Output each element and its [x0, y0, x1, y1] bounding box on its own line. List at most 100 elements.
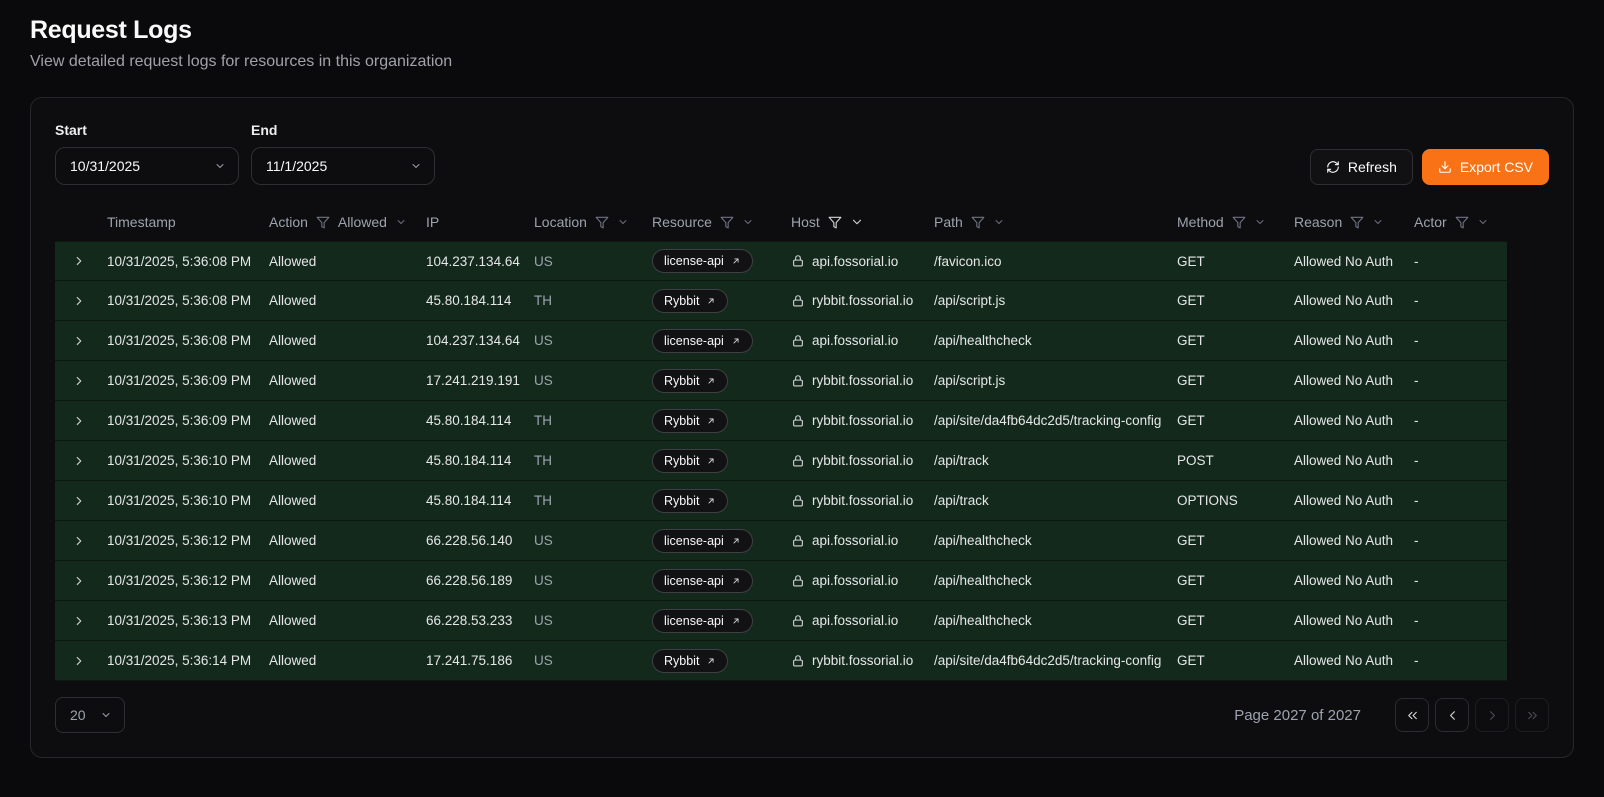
host-text: api.fossorial.io	[812, 573, 898, 588]
cell-actor: -	[1410, 413, 1507, 428]
resource-badge[interactable]: license-api	[652, 329, 753, 353]
external-link-icon	[706, 656, 716, 666]
host-text: api.fossorial.io	[812, 254, 898, 269]
table-row: 10/31/2025, 5:36:10 PMAllowed45.80.184.1…	[55, 441, 1507, 481]
cell-actor: -	[1410, 373, 1507, 388]
resource-badge[interactable]: Rybbit	[652, 289, 728, 313]
prev-page-button[interactable]	[1435, 698, 1469, 732]
row-expand-button[interactable]	[65, 447, 93, 475]
resource-badge[interactable]: Rybbit	[652, 409, 728, 433]
chevron-down-icon[interactable]	[850, 215, 864, 229]
chevron-down-icon[interactable]	[993, 216, 1005, 228]
cell-ip: 104.237.134.64	[422, 254, 530, 269]
row-expand-button[interactable]	[65, 527, 93, 555]
cell-path: /api/site/da4fb64dc2d5/tracking-config	[930, 653, 1173, 668]
chevron-down-icon[interactable]	[1372, 216, 1384, 228]
cell-reason: Allowed No Auth	[1290, 613, 1410, 628]
filter-icon[interactable]	[1350, 215, 1364, 229]
lock-icon	[791, 254, 805, 268]
filter-icon[interactable]	[595, 215, 609, 229]
lock-icon	[791, 654, 805, 668]
lock-icon	[791, 374, 805, 388]
start-date-label: Start	[55, 122, 239, 138]
cell-host: api.fossorial.io	[787, 573, 930, 588]
row-expand-button[interactable]	[65, 607, 93, 635]
chevron-right-icon	[72, 614, 86, 628]
resource-badge[interactable]: Rybbit	[652, 449, 728, 473]
resource-badge[interactable]: Rybbit	[652, 649, 728, 673]
filter-icon[interactable]	[720, 215, 734, 229]
start-date-select[interactable]: 10/31/2025	[55, 147, 239, 185]
action-filter-value[interactable]: Allowed	[338, 214, 387, 230]
external-link-icon	[731, 576, 741, 586]
cell-action: Allowed	[265, 493, 422, 508]
cell-expand	[55, 247, 103, 275]
export-csv-label: Export CSV	[1460, 159, 1533, 175]
filter-icon[interactable]	[828, 215, 842, 229]
cell-timestamp: 10/31/2025, 5:36:08 PM	[103, 333, 265, 348]
chevron-right-icon	[72, 294, 86, 308]
cell-actor: -	[1410, 254, 1507, 269]
resource-badge[interactable]: license-api	[652, 249, 753, 273]
row-expand-button[interactable]	[65, 327, 93, 355]
chevron-down-icon[interactable]	[1254, 216, 1266, 228]
cell-expand	[55, 607, 103, 635]
host-text: rybbit.fossorial.io	[812, 453, 913, 468]
resource-badge[interactable]: license-api	[652, 609, 753, 633]
next-page-button[interactable]	[1475, 698, 1509, 732]
resource-badge[interactable]: license-api	[652, 529, 753, 553]
cell-reason: Allowed No Auth	[1290, 493, 1410, 508]
cell-path: /api/healthcheck	[930, 333, 1173, 348]
pagination: Page 2027 of 2027	[1234, 698, 1549, 732]
row-expand-button[interactable]	[65, 407, 93, 435]
chevron-down-icon	[214, 160, 226, 172]
row-expand-button[interactable]	[65, 367, 93, 395]
end-date-select[interactable]: 11/1/2025	[251, 147, 435, 185]
cell-expand	[55, 567, 103, 595]
last-page-button[interactable]	[1515, 698, 1549, 732]
cell-reason: Allowed No Auth	[1290, 453, 1410, 468]
first-page-button[interactable]	[1395, 698, 1429, 732]
cell-reason: Allowed No Auth	[1290, 413, 1410, 428]
chevron-down-icon[interactable]	[395, 216, 407, 228]
cell-ip: 17.241.75.186	[422, 653, 530, 668]
filter-icon[interactable]	[1455, 215, 1469, 229]
cell-timestamp: 10/31/2025, 5:36:09 PM	[103, 373, 265, 388]
page-size-select[interactable]: 20	[55, 697, 125, 733]
refresh-button[interactable]: Refresh	[1310, 149, 1413, 185]
end-date-field: End 11/1/2025	[251, 122, 435, 185]
cell-expand	[55, 527, 103, 555]
resource-badge[interactable]: Rybbit	[652, 369, 728, 393]
cell-method: GET	[1173, 293, 1290, 308]
cell-resource: license-api	[648, 609, 787, 633]
row-expand-button[interactable]	[65, 647, 93, 675]
filter-icon[interactable]	[1232, 215, 1246, 229]
lock-icon	[791, 294, 805, 308]
row-expand-button[interactable]	[65, 287, 93, 315]
cell-host: rybbit.fossorial.io	[787, 373, 930, 388]
external-link-icon	[731, 336, 741, 346]
cell-path: /api/healthcheck	[930, 613, 1173, 628]
resource-badge[interactable]: license-api	[652, 569, 753, 593]
cell-action: Allowed	[265, 453, 422, 468]
cell-reason: Allowed No Auth	[1290, 573, 1410, 588]
external-link-icon	[706, 376, 716, 386]
resource-badge[interactable]: Rybbit	[652, 489, 728, 513]
row-expand-button[interactable]	[65, 487, 93, 515]
table-row: 10/31/2025, 5:36:12 PMAllowed66.228.56.1…	[55, 521, 1507, 561]
header-action: Action Allowed	[265, 214, 422, 230]
cell-path: /favicon.ico	[930, 254, 1173, 269]
table-row: 10/31/2025, 5:36:12 PMAllowed66.228.56.1…	[55, 561, 1507, 601]
filter-icon[interactable]	[316, 215, 330, 229]
chevron-down-icon[interactable]	[617, 216, 629, 228]
cell-host: rybbit.fossorial.io	[787, 453, 930, 468]
filter-icon[interactable]	[971, 215, 985, 229]
chevron-right-icon	[72, 374, 86, 388]
cell-action: Allowed	[265, 533, 422, 548]
chevron-down-icon[interactable]	[742, 216, 754, 228]
table-row: 10/31/2025, 5:36:14 PMAllowed17.241.75.1…	[55, 641, 1507, 681]
export-csv-button[interactable]: Export CSV	[1422, 149, 1549, 185]
chevron-down-icon[interactable]	[1477, 216, 1489, 228]
row-expand-button[interactable]	[65, 247, 93, 275]
row-expand-button[interactable]	[65, 567, 93, 595]
